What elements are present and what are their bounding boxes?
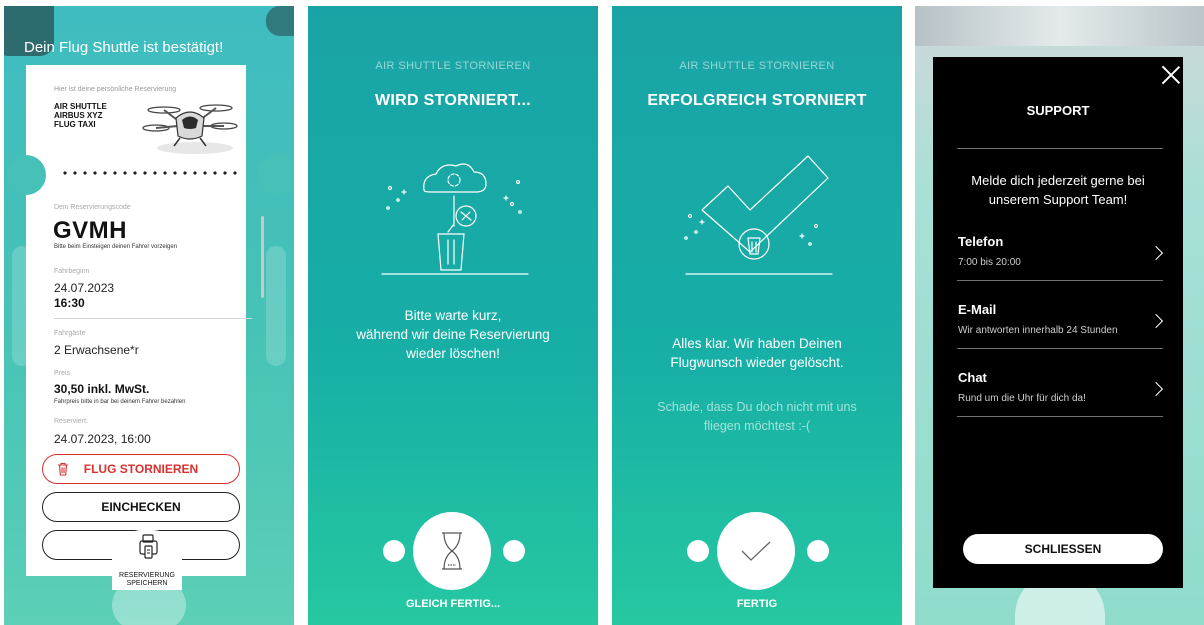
chevron-right-icon [1148, 313, 1164, 329]
checkin-label: EINCHECKEN [101, 500, 181, 514]
blurred-background [266, 246, 286, 366]
blurred-background [915, 6, 1204, 46]
cancelled-screen: AIR SHUTTLE STORNIEREN ERFOLGREICH STORN… [612, 6, 902, 625]
progress-dot [503, 540, 525, 562]
support-item-title: Chat [958, 370, 987, 385]
vehicle-name: AIR SHUTTLE AIRBUS XYZ FLUG TAXI [54, 102, 107, 129]
close-support-label: SCHLIESSEN [1024, 542, 1102, 556]
screen-footer: FERTIG [736, 598, 778, 610]
screen-kicker: AIR SHUTTLE STORNIEREN [679, 60, 835, 72]
chevron-right-icon [1148, 381, 1164, 397]
progress-dot [687, 540, 709, 562]
ticket-notch-right [257, 155, 294, 195]
support-item-title: Telefon [958, 234, 1004, 249]
support-divider [957, 148, 1163, 149]
checkmark-icon [741, 541, 771, 561]
screen-footer: GLEICH FERTIG... [405, 598, 501, 610]
confirmation-header: Dein Flug Shuttle ist bestätigt! [24, 39, 224, 56]
support-title: SUPPORT [1026, 103, 1090, 118]
ticket-perforation [60, 170, 242, 176]
cancelling-screen: AIR SHUTTLE STORNIEREN WIRD STORNIERT...… [308, 6, 598, 625]
reservation-code-label: Dein Reservierungscode [54, 204, 131, 211]
price-hint: Fahrpreis bitte in bar bei deinem Fahrer… [54, 399, 186, 405]
progress-dot [383, 540, 405, 562]
close-support-button[interactable]: SCHLIESSEN [963, 534, 1163, 564]
save-ticket-icon [139, 534, 158, 559]
price-value: 30,50 inkl. MwSt. [54, 382, 150, 396]
support-item-email[interactable]: E-Mail Wir antworten innerhalb 24 Stunde… [915, 294, 1204, 350]
cancelling-message: Bitte warte kurz, während wir deine Rese… [356, 308, 550, 361]
ticket-divider [54, 318, 252, 319]
passengers-value: 2 Erwachsene*r [54, 343, 139, 357]
start-time: 16:30 [54, 296, 85, 310]
chevron-right-icon [1148, 245, 1164, 261]
support-divider [957, 416, 1163, 417]
start-label: Fahrbeginn [54, 268, 90, 275]
support-item-phone[interactable]: Telefon 7:00 bis 20:00 [915, 226, 1204, 282]
ticket-notch-left [6, 155, 46, 195]
reservation-code-hint: Bitte beim Einsteigen deinen Fahrer vorz… [54, 244, 178, 250]
air-taxi-drone-image [142, 104, 238, 154]
cancelled-message: Alles klar. Wir haben Deinen Flugwunsch … [670, 336, 844, 370]
support-item-title: E-Mail [958, 302, 997, 317]
cancelling-illustration [381, 163, 529, 275]
ticket-scrollbar[interactable] [261, 216, 264, 298]
personal-reservation-label: Hier ist deine persönliche Reservierung [54, 86, 177, 93]
checkin-button[interactable]: EINCHECKEN [42, 492, 240, 522]
reservation-screen: Dein Flug Shuttle ist bestätigt! Hier is… [4, 6, 294, 625]
price-label: Preis [54, 370, 70, 377]
cancel-flight-label: FLUG STORNIEREN [83, 462, 199, 476]
reserved-value: 24.07.2023, 16:00 [54, 432, 151, 446]
support-item-subtitle: Rund um die Uhr für dich da! [958, 393, 1086, 404]
support-item-chat[interactable]: Chat Rund um die Uhr für dich da! [915, 362, 1204, 418]
cancelled-illustration [684, 155, 833, 275]
save-reservation-label: RESERVIERUNG SPEICHERN [119, 572, 175, 587]
screen-title: ERFOLGREICH STORNIERT [647, 92, 867, 109]
reservation-code: GVMH [53, 217, 127, 244]
start-date: 24.07.2023 [54, 281, 115, 295]
support-intro: Melde dich jederzeit gerne bei unserem S… [971, 173, 1145, 207]
support-divider [957, 280, 1163, 281]
support-item-subtitle: Wir antworten innerhalb 24 Stunden [958, 325, 1118, 336]
passengers-label: Fahrgäste [54, 330, 86, 337]
close-icon[interactable] [1161, 65, 1181, 85]
progress-dot [807, 540, 829, 562]
blurred-background [266, 6, 294, 36]
screen-kicker: AIR SHUTTLE STORNIEREN [375, 60, 531, 72]
support-screen: SUPPORT Melde dich jederzeit gerne bei u… [915, 6, 1204, 625]
trash-icon [58, 462, 68, 476]
reserved-label: Reserviert: [54, 418, 88, 425]
cancelled-regret-message: Schade, dass Du doch nicht mit uns flieg… [657, 400, 857, 433]
support-item-subtitle: 7:00 bis 20:00 [958, 257, 1021, 268]
screen-title: WIRD STORNIERT... [375, 92, 531, 109]
support-divider [957, 348, 1163, 349]
cancel-flight-button[interactable]: FLUG STORNIEREN [42, 454, 240, 484]
hourglass-icon [442, 532, 462, 570]
